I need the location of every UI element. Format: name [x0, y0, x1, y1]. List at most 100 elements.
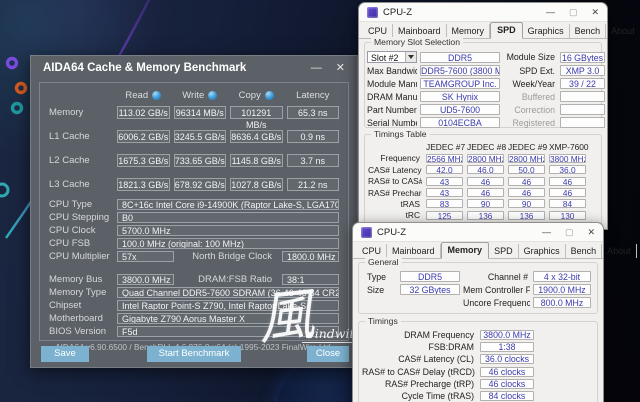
size-value: 32 GBytes [400, 284, 460, 295]
row-label: L1 Cache [49, 131, 113, 142]
tab-cpu[interactable]: CPU [357, 244, 387, 258]
selected-slot: Slot #2 [368, 52, 405, 62]
uncore-frequency-label: Uncore Frequency [463, 298, 530, 308]
teal-ring [13, 104, 22, 113]
type-value: DDR5 [400, 271, 460, 282]
l3-latency-value: 21.2 ns [287, 178, 340, 191]
tras-value: 84 [549, 199, 586, 208]
tab-mainboard[interactable]: Mainboard [387, 244, 441, 258]
row-label: Chipset [49, 300, 113, 311]
close-icon[interactable]: ✕ [587, 228, 595, 237]
group-label: Timings [365, 316, 401, 326]
trc-label: tRC [368, 210, 422, 220]
tab-spd[interactable]: SPD [490, 22, 523, 39]
minimize-icon[interactable]: — [546, 8, 555, 17]
ras-precharge-value: 46 [508, 188, 545, 197]
module-manuf-label: Module Manuf. [367, 79, 417, 89]
copy-column-label: Copy [239, 90, 261, 101]
dropdown-button[interactable] [405, 52, 416, 62]
ras-precharge-value: 43 [426, 188, 463, 197]
tab-mainboard[interactable]: Mainboard [393, 24, 447, 38]
north-bridge-clock-value: 1800.0 MHz [282, 251, 339, 262]
motherboard-value: Gigabyte Z790 Aorus Master X [117, 313, 339, 324]
minimize-icon[interactable]: — [542, 228, 551, 237]
cpuz-memory-titlebar[interactable]: CPU-Z — ▢ ✕ [353, 223, 603, 242]
cpu-type-row: CPU Type 8C+16c Intel Core i9-14900K (Ra… [49, 198, 339, 210]
memory-type-box: DDR5 [420, 52, 500, 63]
row-label: L2 Cache [49, 155, 113, 166]
row-label: CPU Type [49, 199, 113, 210]
tab-memory[interactable]: Memory [441, 242, 490, 259]
fsb-dram-value: 1:38 [480, 342, 534, 352]
cpuz-app-icon [367, 7, 378, 18]
memory-type-value: Quad Channel DDR5-7600 SDRAM (36-46-46-8… [117, 287, 339, 298]
benchmark-sphere-icon [208, 91, 217, 100]
ras-to-cas-value: 46 [467, 177, 504, 186]
north-bridge-clock-label: North Bridge Clock [178, 251, 278, 262]
registered-label: Registered [503, 118, 557, 128]
frequency-value: 3800 MHz [549, 154, 586, 163]
dram-frequency-value: 3800.0 MHz [480, 330, 534, 340]
row-label: CPU Clock [49, 225, 113, 236]
aida64-titlebar[interactable]: AIDA64 Cache & Memory Benchmark — ✕ [31, 56, 357, 80]
start-benchmark-button[interactable]: Start Benchmark [147, 346, 241, 362]
tab-graphics[interactable]: Graphics [519, 244, 566, 258]
group-label: General [365, 257, 402, 267]
cpuz-spd-titlebar[interactable]: CPU-Z — ▢ ✕ [359, 3, 607, 22]
maximize-icon: ▢ [565, 228, 574, 237]
cas-latency-label: CAS# Latency [368, 165, 422, 175]
bios-version-value: F5d [117, 326, 339, 337]
jedec7-column-header: JEDEC #7 [426, 142, 463, 152]
tab-memory[interactable]: Memory [447, 24, 491, 38]
fsb-dram-label: FSB:DRAM [362, 342, 476, 352]
tras-value: 83 [426, 199, 463, 208]
frequency-value: 2566 MHz [426, 154, 463, 163]
save-button[interactable]: Save [41, 346, 89, 362]
registered-value [560, 117, 605, 128]
part-number-value: UD5-7600 [420, 104, 500, 115]
serial-number-value: 0104ECBA [420, 117, 500, 128]
jedec8-column-header: JEDEC #8 [467, 142, 504, 152]
trp-value: 46 clocks [480, 379, 534, 389]
cpu-clock-value: 5700.0 MHz [117, 225, 339, 236]
tab-cpu[interactable]: CPU [363, 24, 393, 38]
tab-graphics[interactable]: Graphics [523, 24, 570, 38]
cpuz-app-icon [361, 227, 372, 238]
close-button[interactable]: Close [307, 346, 349, 362]
l2-write-value: 733.65 GB/s [174, 154, 227, 167]
cas-latency-cl-value: 36.0 clocks [480, 354, 534, 364]
timings-table-group: Timings Table JEDEC #7 JEDEC #8 JEDEC #9… [364, 134, 602, 229]
tab-spd[interactable]: SPD [489, 244, 519, 258]
table-row-l3: L3 Cache 1821.3 GB/s 678.92 GB/s 1027.8 … [49, 178, 339, 191]
cpuz-memory-window: CPU-Z — ▢ ✕ CPU Mainboard Memory SPD Gra… [352, 222, 604, 402]
close-icon[interactable]: ✕ [336, 63, 345, 74]
general-group: General Type DDR5 Channel # 4 x 32-bit S… [358, 262, 598, 314]
orange-ring [17, 84, 26, 93]
ras-to-cas-value: 46 [549, 177, 586, 186]
dram-manuf-value: SK Hynix [420, 91, 500, 102]
tab-bench[interactable]: Bench [566, 244, 603, 258]
minimize-icon[interactable]: — [311, 63, 322, 74]
tab-bench[interactable]: Bench [570, 24, 607, 38]
tab-about[interactable]: About [602, 244, 637, 258]
tab-about[interactable]: About [606, 24, 640, 38]
memory-slot-select[interactable]: Slot #2 [367, 51, 417, 63]
tras-label: Cycle Time (tRAS) [362, 391, 476, 401]
cpu-clock-row: CPU Clock 5700.0 MHz [49, 224, 339, 236]
cpu-fsb-value: 100.0 MHz (original: 100 MHz) [117, 238, 339, 249]
correction-label: Correction [503, 105, 557, 115]
dram-fsb-ratio-value: 38:1 [282, 274, 339, 285]
cas-latency-cl-label: CAS# Latency (CL) [362, 354, 476, 364]
l3-write-value: 678.92 GB/s [174, 178, 227, 191]
cas-latency-value: 42.0 [426, 165, 463, 174]
bios-version-row: BIOS Version F5d [49, 325, 339, 337]
trcd-value: 46 clocks [480, 367, 534, 377]
close-icon[interactable]: ✕ [591, 8, 599, 17]
benchmark-header-row: Read Write Copy Latency [49, 89, 339, 101]
spd-ext-label: SPD Ext. [503, 66, 557, 76]
buffered-value [560, 91, 605, 102]
xmp-column-header: XMP-7600 [549, 142, 586, 152]
cpuz-window-title: CPU-Z [377, 227, 406, 238]
max-bandwidth-value: DDR5-7600 (3800 MHz) [420, 65, 500, 76]
frequency-label: Frequency [368, 153, 422, 163]
